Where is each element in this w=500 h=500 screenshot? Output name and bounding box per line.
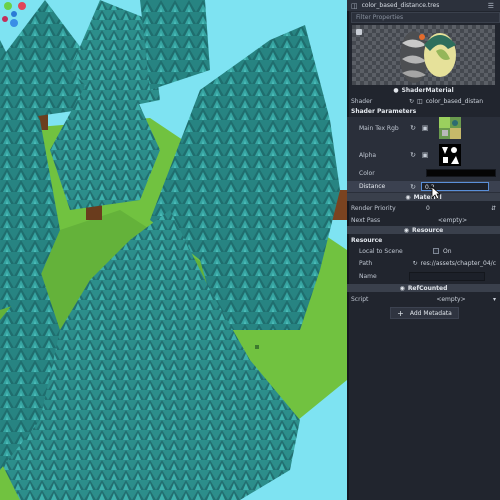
- shader-value[interactable]: ↻ ◫ color_based_distan: [409, 98, 500, 105]
- checkbox-icon[interactable]: [433, 248, 439, 254]
- shader-material-icon: ●: [393, 86, 399, 94]
- path-row: Path ↻ res://assets/chapter_04/c: [347, 258, 500, 268]
- render-priority-row: Render Priority 0 ⇵: [347, 203, 500, 213]
- resource-section-banner[interactable]: ◉ Resource: [347, 226, 500, 234]
- menu-icon[interactable]: ☰: [488, 2, 494, 10]
- alpha-label: Alpha: [359, 151, 377, 159]
- spinner-icon[interactable]: ⇵: [491, 205, 496, 212]
- path-label: Path: [359, 259, 373, 267]
- script-value[interactable]: <empty> ▾: [409, 296, 500, 303]
- tres-file-icon: ◫: [351, 1, 358, 10]
- revert-icon[interactable]: ↻: [409, 124, 417, 132]
- resource-tab[interactable]: ◫ color_based_distance.tres ☰: [347, 0, 500, 11]
- mouse-cursor-icon: [431, 186, 441, 200]
- render-priority-value[interactable]: 0 ⇵: [409, 205, 500, 212]
- local-to-scene-toggle[interactable]: On: [409, 248, 500, 255]
- refcounted-section-banner[interactable]: ◉ RefCounted: [347, 284, 500, 292]
- axis-gizmo-icon[interactable]: [0, 0, 28, 28]
- path-field[interactable]: ↻ res://assets/chapter_04/c: [406, 260, 500, 267]
- next-pass-label: Next Pass: [351, 216, 381, 224]
- texture-icon[interactable]: ▣: [421, 124, 429, 132]
- color-swatch[interactable]: [426, 169, 496, 177]
- shader-row: Shader ↻ ◫ color_based_distan: [347, 96, 500, 106]
- revert-icon[interactable]: ↻: [409, 151, 417, 159]
- revert-icon[interactable]: ↻: [413, 260, 418, 267]
- main-tex-thumbnail[interactable]: [439, 117, 461, 139]
- script-label: Script: [351, 295, 369, 303]
- next-pass-row: Next Pass <empty>: [347, 215, 500, 225]
- resource-header[interactable]: Resource: [347, 236, 500, 245]
- shader-parameters-header[interactable]: Shader Parameters: [347, 107, 500, 116]
- color-label: Color: [359, 169, 375, 177]
- name-label: Name: [359, 272, 377, 280]
- distance-label: Distance: [359, 183, 386, 190]
- revert-icon[interactable]: ↻: [409, 98, 414, 105]
- filter-placeholder: Filter Properties: [356, 14, 404, 21]
- chevron-down-icon[interactable]: ▾: [493, 296, 496, 303]
- add-metadata-button[interactable]: + Add Metadata: [390, 307, 459, 319]
- local-to-scene-label: Local to Scene: [359, 247, 403, 255]
- alpha-thumbnail[interactable]: [439, 144, 461, 166]
- plus-icon: +: [397, 308, 404, 318]
- main-tex-label: Main Tex Rgb: [359, 124, 399, 132]
- 3d-viewport[interactable]: [0, 0, 347, 500]
- revert-icon[interactable]: ↻: [409, 183, 417, 191]
- render-priority-label: Render Priority: [351, 204, 396, 212]
- forest-scene: [0, 0, 347, 500]
- distance-row: Distance ↻ 0.2: [347, 181, 500, 192]
- refcounted-icon: ◉: [399, 284, 405, 292]
- texture-icon[interactable]: ▣: [421, 151, 429, 159]
- name-input[interactable]: [409, 271, 485, 281]
- material-preview[interactable]: [352, 25, 495, 85]
- local-to-scene-row: Local to Scene On: [347, 246, 500, 256]
- script-row: Script <empty> ▾: [347, 294, 500, 304]
- alpha-row: Alpha ↻ ▣: [347, 143, 500, 167]
- resource-tab-label: color_based_distance.tres: [361, 2, 440, 9]
- shader-label: Shader: [351, 97, 373, 105]
- color-row: Color: [347, 168, 500, 178]
- resource-icon: ◉: [403, 226, 409, 234]
- material-section-banner[interactable]: ◉ Material: [347, 193, 500, 201]
- shader-file-icon: ◫: [417, 97, 423, 105]
- name-row: Name: [347, 271, 500, 281]
- filter-properties-input[interactable]: Filter Properties: [351, 12, 500, 23]
- material-icon: ◉: [405, 193, 411, 201]
- main-tex-row: Main Tex Rgb ↻ ▣: [347, 116, 500, 140]
- next-pass-value[interactable]: <empty>: [409, 217, 500, 224]
- material-preview-image: [356, 29, 456, 83]
- material-title: ● ShaderMaterial: [393, 86, 454, 94]
